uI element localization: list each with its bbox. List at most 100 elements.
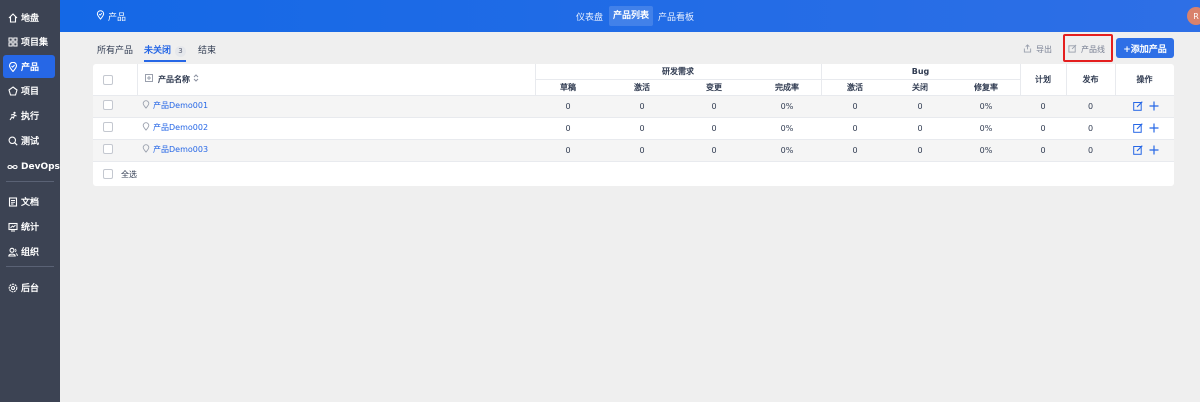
sidebar-item-label: 地盘: [21, 14, 40, 24]
row-checkbox[interactable]: [103, 144, 113, 154]
stats-icon: [7, 221, 18, 232]
release-count: 0: [1087, 101, 1094, 111]
plus-icon: [1149, 145, 1159, 158]
avatar-initial: R: [1193, 11, 1199, 21]
header-title-text: 产品: [108, 13, 127, 23]
sidebar-item-label: 文档: [21, 198, 40, 208]
active-column-header: 激活: [634, 82, 650, 92]
bug-closed-count: 0: [917, 101, 923, 111]
changed-column-header: 变更: [706, 82, 722, 92]
plan-count: 0: [1040, 145, 1046, 155]
sidebar: 地盘 项目集 产品 项目 执行 测试 DevOps 文档 统计 组织 后台: [0, 0, 60, 402]
sidebar-item-dashboard[interactable]: 地盘: [0, 6, 60, 29]
edit-icon: [1133, 145, 1143, 158]
edit-button[interactable]: [1133, 101, 1143, 114]
sidebar-divider: [6, 181, 54, 182]
test-search-icon: [7, 135, 18, 146]
draft-count: 0: [565, 123, 571, 133]
sidebar-item-label: 组织: [21, 248, 40, 258]
export-icon: [1023, 43, 1032, 55]
name-column-header[interactable]: 产品名称: [145, 72, 199, 86]
fix-rate: 0%: [979, 101, 993, 111]
header-title: 产品: [96, 10, 126, 23]
product-name-link[interactable]: 产品Demo002: [142, 122, 208, 133]
header-checkbox[interactable]: [103, 75, 113, 85]
add-button[interactable]: [1149, 145, 1159, 158]
sidebar-item-label: 后台: [21, 284, 40, 294]
edit-button[interactable]: [1133, 123, 1143, 136]
expand-all-icon: [145, 74, 153, 84]
tab-dashboard[interactable]: 仪表盘: [576, 10, 603, 23]
active-count: 0: [639, 101, 645, 111]
product-name-link[interactable]: 产品Demo003: [142, 144, 208, 155]
tab-product-list[interactable]: 产品列表: [609, 6, 654, 26]
product-name-link[interactable]: 产品Demo001: [142, 100, 208, 111]
select-all-label[interactable]: 全选: [121, 169, 137, 180]
add-button[interactable]: [1149, 101, 1159, 114]
sidebar-item-doc[interactable]: 文档: [0, 190, 60, 213]
sidebar-item-project[interactable]: 项目: [0, 79, 60, 102]
completion-rate: 0%: [780, 145, 794, 155]
sidebar-item-stats[interactable]: 统计: [0, 215, 60, 238]
sort-icon: [193, 74, 199, 84]
product-pin-icon: [142, 122, 150, 133]
run-icon: [7, 110, 18, 121]
export-button[interactable]: 导出: [1023, 40, 1052, 58]
release-column-header: 发布: [1082, 74, 1099, 84]
draft-count: 0: [565, 145, 571, 155]
sidebar-item-label: 项目: [21, 87, 40, 97]
product-table: 产品名称 研发需求 Bug 草稿 激活 变更 完成率 激活 关闭 修复率 计划 …: [93, 64, 1174, 186]
add-product-button[interactable]: +添加产品: [1116, 38, 1174, 58]
product-line-label: 产品线: [1081, 44, 1105, 54]
select-all-checkbox[interactable]: [103, 169, 113, 179]
product-line-button[interactable]: 产品线: [1068, 40, 1105, 58]
sidebar-item-execution[interactable]: 执行: [0, 104, 60, 127]
sidebar-item-test[interactable]: 测试: [0, 129, 60, 152]
sidebar-item-org[interactable]: 组织: [0, 240, 60, 263]
sidebar-item-label: DevOps: [21, 161, 60, 172]
product-name: 产品Demo001: [153, 101, 209, 110]
filter-unclosed[interactable]: 未关闭 3: [144, 43, 187, 62]
bug-closed-count: 0: [917, 145, 923, 155]
row-checkbox[interactable]: [103, 100, 113, 110]
filter-closed[interactable]: 结束: [198, 43, 216, 56]
doc-icon: [7, 196, 18, 207]
sidebar-item-admin[interactable]: 后台: [0, 276, 60, 299]
product-name: 产品Demo003: [153, 145, 209, 154]
active-count: 0: [639, 145, 645, 155]
fix-rate: 0%: [979, 123, 993, 133]
tab-product-kanban[interactable]: 产品看板: [658, 10, 694, 23]
sidebar-item-program[interactable]: 项目集: [0, 30, 60, 53]
draft-column-header: 草稿: [560, 82, 576, 92]
add-button[interactable]: [1149, 123, 1159, 136]
bug-active-count: 0: [852, 101, 858, 111]
fix-rate: 0%: [979, 145, 993, 155]
filter-unclosed-label: 未关闭: [144, 46, 172, 56]
row-checkbox[interactable]: [103, 122, 113, 132]
org-icon: [7, 246, 18, 257]
sidebar-item-devops[interactable]: DevOps: [0, 155, 60, 178]
plan-count: 0: [1040, 101, 1046, 111]
grid-icon: [7, 36, 18, 47]
avatar[interactable]: R: [1187, 7, 1200, 25]
infinity-icon: [7, 161, 18, 172]
sidebar-item-product[interactable]: 产品: [3, 55, 55, 78]
filter-all-products[interactable]: 所有产品: [97, 43, 133, 56]
plan-count: 0: [1040, 123, 1046, 133]
divider: [93, 161, 1174, 162]
bug-group-header: Bug: [911, 67, 930, 76]
product-pin-icon: [142, 100, 150, 111]
product-name: 产品Demo002: [153, 123, 209, 132]
product-pin-icon: [7, 61, 18, 72]
active-count: 0: [639, 123, 645, 133]
divider: [137, 64, 138, 95]
plus-icon: [1149, 123, 1159, 136]
top-header: 产品 仪表盘 产品列表 产品看板 R: [60, 0, 1200, 32]
bug-active-count: 0: [852, 123, 858, 133]
sidebar-item-label: 执行: [21, 112, 40, 122]
count-badge: 3: [175, 46, 187, 57]
release-count: 0: [1087, 145, 1094, 155]
edit-icon: [1068, 44, 1077, 55]
name-header-label: 产品名称: [158, 74, 190, 84]
edit-button[interactable]: [1133, 145, 1143, 158]
